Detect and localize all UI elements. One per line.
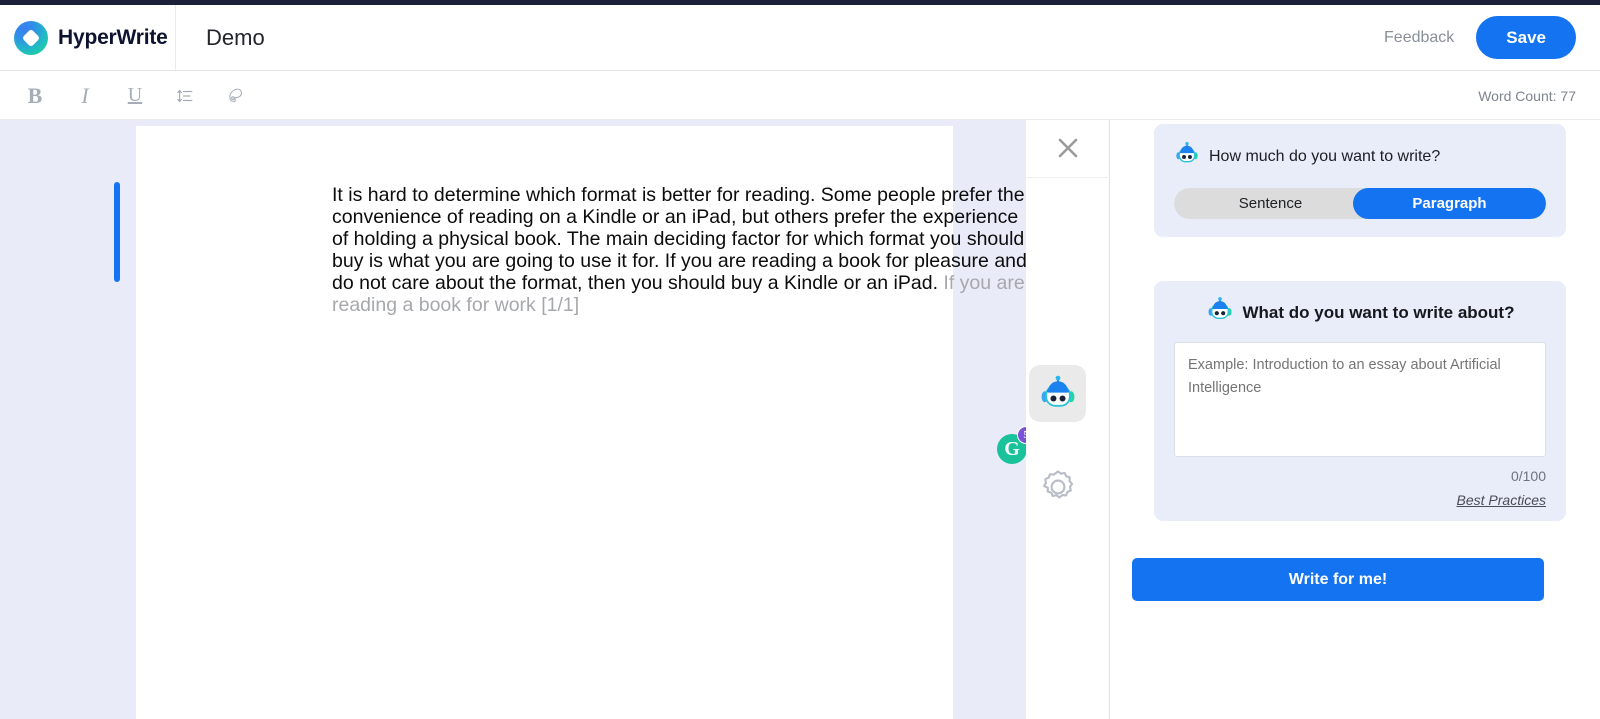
brand-name: HyperWrite bbox=[58, 25, 168, 49]
topic-question: What do you want to write about? bbox=[1242, 302, 1515, 322]
write-for-me-button[interactable]: Write for me! bbox=[1132, 558, 1544, 601]
close-icon[interactable] bbox=[1044, 124, 1092, 172]
format-toolbar: B I U Word Count: 77 bbox=[0, 72, 1600, 120]
underline-button[interactable]: U bbox=[120, 81, 150, 111]
best-practices-link[interactable]: Best Practices bbox=[1174, 492, 1546, 508]
length-card-header: How much do you want to write? bbox=[1174, 141, 1546, 172]
length-toggle-group: Sentence Paragraph bbox=[1174, 188, 1546, 219]
assistant-panel: How much do you want to write? Sentence … bbox=[1110, 120, 1600, 719]
app-header: HyperWrite Demo Feedback Save bbox=[0, 4, 1600, 71]
rail-divider bbox=[1026, 177, 1110, 178]
italic-button[interactable]: I bbox=[70, 81, 100, 111]
topic-char-counter: 0/100 bbox=[1510, 468, 1546, 484]
document-page[interactable]: It is hard to determine which format is … bbox=[136, 126, 1035, 719]
save-button[interactable]: Save bbox=[1476, 16, 1576, 59]
length-option-sentence[interactable]: Sentence bbox=[1174, 188, 1367, 219]
robot-assistant-icon[interactable] bbox=[1029, 365, 1086, 422]
line-spacing-icon[interactable] bbox=[170, 81, 200, 111]
hyperwrite-logo-icon bbox=[14, 20, 48, 55]
app-root: HyperWrite Demo Feedback Save B I U Word… bbox=[0, 0, 1600, 719]
robot-assistant-icon bbox=[1174, 141, 1200, 172]
document-text[interactable]: It is hard to determine which format is … bbox=[332, 184, 1032, 317]
brand[interactable]: HyperWrite bbox=[0, 4, 176, 71]
word-count-label: Word Count: 77 bbox=[1478, 87, 1576, 104]
document-title[interactable]: Demo bbox=[206, 25, 265, 51]
write-topic-card: What do you want to write about? 0/100 B… bbox=[1154, 281, 1566, 521]
editor-canvas: It is hard to determine which format is … bbox=[0, 120, 1035, 719]
grammarly-indicator[interactable]: G 5 bbox=[997, 426, 1035, 464]
feedback-link[interactable]: Feedback bbox=[1384, 29, 1454, 47]
length-question: How much do you want to write? bbox=[1209, 147, 1441, 165]
main-region: It is hard to determine which format is … bbox=[0, 120, 1600, 719]
length-option-paragraph[interactable]: Paragraph bbox=[1353, 188, 1546, 219]
header-actions: Feedback Save bbox=[1384, 16, 1600, 59]
document-body-text: It is hard to determine which format is … bbox=[332, 184, 1027, 295]
bold-button[interactable]: B bbox=[20, 81, 50, 111]
assistant-icon-rail: 1 bbox=[1026, 120, 1110, 719]
gear-icon[interactable]: 1 bbox=[1031, 460, 1084, 513]
topic-input[interactable] bbox=[1174, 342, 1546, 457]
topic-card-header: What do you want to write about? bbox=[1174, 296, 1546, 329]
write-length-card: How much do you want to write? Sentence … bbox=[1154, 124, 1566, 237]
format-tool-group: B I U bbox=[0, 81, 250, 111]
text-cursor-bar bbox=[114, 182, 120, 282]
grammarly-letter: G bbox=[1004, 437, 1020, 460]
highlighter-pen-icon[interactable] bbox=[220, 81, 250, 111]
robot-assistant-icon bbox=[1206, 296, 1234, 329]
grammarly-icon: G 5 bbox=[997, 426, 1035, 464]
